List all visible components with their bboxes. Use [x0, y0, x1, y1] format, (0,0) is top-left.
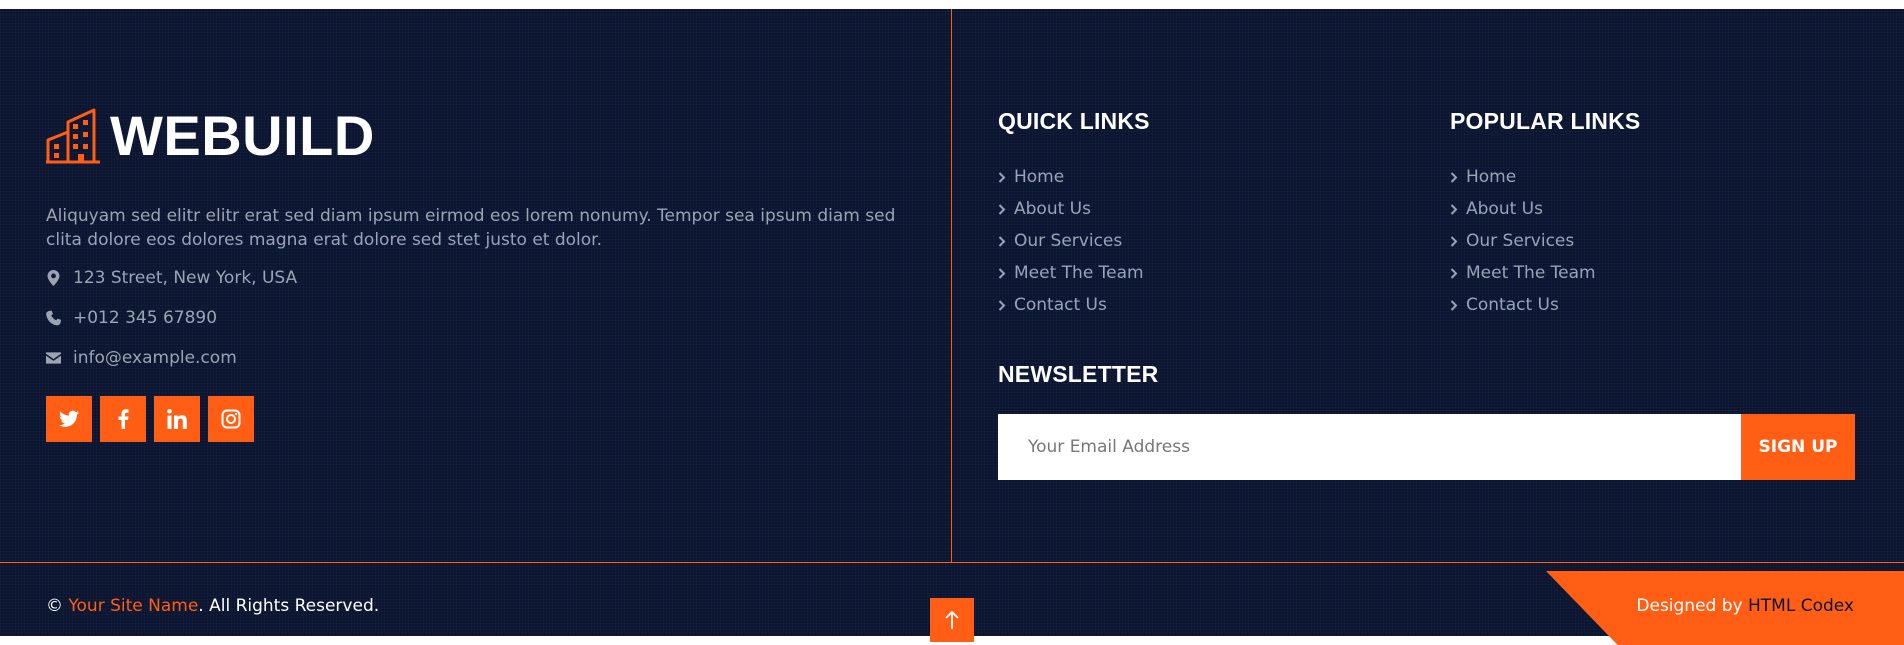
- footer: WEBUILD Aliquyam sed elitr elitr erat se…: [0, 9, 1904, 645]
- quick-link-about[interactable]: About Us: [998, 193, 1144, 225]
- quick-links-list: Home About Us Our Services Meet The Team…: [998, 161, 1144, 321]
- quick-link-home[interactable]: Home: [998, 161, 1144, 193]
- link-label: About Us: [1014, 199, 1091, 219]
- popular-links-heading: POPULAR LINKS: [1450, 108, 1641, 134]
- link-label: About Us: [1466, 199, 1543, 219]
- site-name-link[interactable]: Your Site Name: [68, 596, 198, 616]
- newsletter-heading: NEWSLETTER: [998, 361, 1159, 387]
- link-label: Meet The Team: [1014, 263, 1144, 283]
- quick-link-contact[interactable]: Contact Us: [998, 289, 1144, 321]
- quick-link-services[interactable]: Our Services: [998, 225, 1144, 257]
- facebook-button[interactable]: [100, 396, 146, 442]
- phone-icon: [46, 310, 61, 326]
- phone-text: +012 345 67890: [73, 308, 218, 328]
- facebook-icon: [118, 409, 129, 429]
- address-text: 123 Street, New York, USA: [73, 268, 298, 288]
- popular-links-list: Home About Us Our Services Meet The Team…: [1450, 161, 1596, 321]
- popular-link-about[interactable]: About Us: [1450, 193, 1596, 225]
- column-divider: [951, 9, 952, 562]
- contact-email: info@example.com: [46, 348, 237, 368]
- back-to-top-button[interactable]: [930, 598, 974, 642]
- designer-link[interactable]: HTML Codex: [1748, 596, 1854, 616]
- brand-logo[interactable]: WEBUILD: [46, 103, 375, 169]
- link-label: Meet The Team: [1466, 263, 1596, 283]
- contact-phone: +012 345 67890: [46, 308, 217, 328]
- about-text: Aliquyam sed elitr elitr erat sed diam i…: [46, 206, 896, 250]
- designed-prefix: Designed by: [1636, 596, 1748, 616]
- chevron-right-icon: [998, 235, 1006, 247]
- linkedin-button[interactable]: [154, 396, 200, 442]
- chevron-right-icon: [1450, 203, 1458, 215]
- envelope-icon: [46, 352, 61, 364]
- newsletter-form: SIGN UP: [998, 414, 1855, 480]
- chevron-right-icon: [1450, 267, 1458, 279]
- twitter-icon: [59, 410, 79, 427]
- instagram-icon: [221, 409, 241, 429]
- map-marker-icon: [47, 270, 60, 286]
- popular-link-home[interactable]: Home: [1450, 161, 1596, 193]
- chevron-right-icon: [1450, 171, 1458, 183]
- instagram-button[interactable]: [208, 396, 254, 442]
- sign-up-button[interactable]: SIGN UP: [1741, 414, 1855, 480]
- link-label: Our Services: [1466, 231, 1575, 251]
- chevron-right-icon: [1450, 235, 1458, 247]
- chevron-right-icon: [998, 171, 1006, 183]
- popular-link-services[interactable]: Our Services: [1450, 225, 1596, 257]
- chevron-right-icon: [998, 203, 1006, 215]
- popular-link-team[interactable]: Meet The Team: [1450, 257, 1596, 289]
- link-label: Home: [1014, 167, 1065, 187]
- designed-by: Designed by HTML Codex: [1636, 596, 1854, 616]
- link-label: Home: [1466, 167, 1517, 187]
- quick-links-heading: QUICK LINKS: [998, 108, 1150, 134]
- building-icon: [46, 108, 100, 164]
- social-links: [46, 396, 254, 442]
- arrow-up-icon: [945, 610, 959, 629]
- link-label: Our Services: [1014, 231, 1123, 251]
- email-text: info@example.com: [73, 348, 237, 368]
- chevron-right-icon: [998, 267, 1006, 279]
- brand-name: WEBUILD: [110, 104, 375, 167]
- linkedin-icon: [167, 409, 187, 429]
- bottom-divider: [0, 562, 1904, 563]
- chevron-right-icon: [998, 299, 1006, 311]
- newsletter-email-input[interactable]: [998, 414, 1741, 480]
- popular-link-contact[interactable]: Contact Us: [1450, 289, 1596, 321]
- link-label: Contact Us: [1014, 295, 1107, 315]
- copyright-suffix: . All Rights Reserved.: [198, 596, 380, 616]
- contact-address: 123 Street, New York, USA: [46, 268, 297, 288]
- copyright: © Your Site Name. All Rights Reserved.: [46, 596, 379, 616]
- copyright-prefix: ©: [46, 596, 69, 616]
- chevron-right-icon: [1450, 299, 1458, 311]
- quick-link-team[interactable]: Meet The Team: [998, 257, 1144, 289]
- twitter-button[interactable]: [46, 396, 92, 442]
- link-label: Contact Us: [1466, 295, 1559, 315]
